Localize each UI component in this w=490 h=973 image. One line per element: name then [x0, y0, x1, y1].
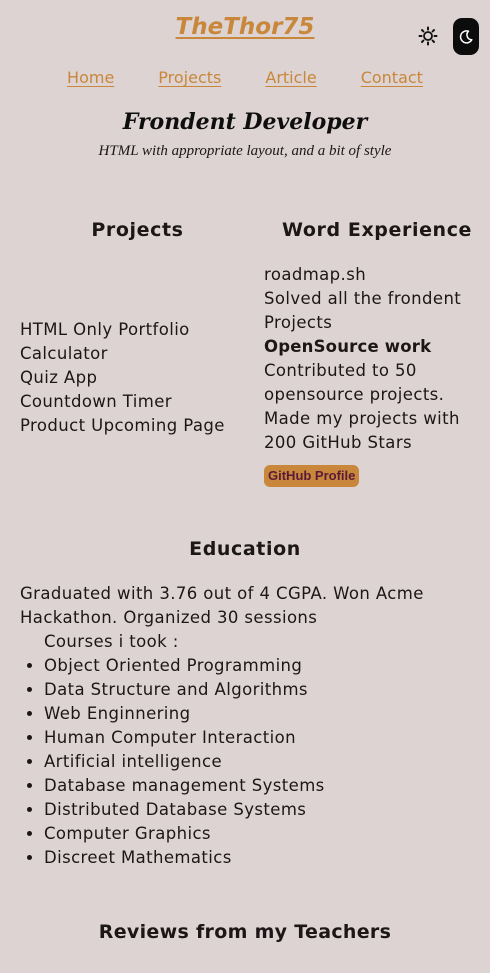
nav-home[interactable]: Home: [67, 68, 114, 87]
nav-article[interactable]: Article: [265, 68, 316, 87]
course-item: Discreet Mathematics: [44, 846, 470, 870]
dark-mode-toggle[interactable]: [453, 18, 479, 55]
nav-contact[interactable]: Contact: [361, 68, 423, 87]
course-item: Computer Graphics: [44, 822, 470, 846]
project-item: Product Upcoming Page: [20, 416, 225, 435]
project-item: Calculator: [20, 344, 108, 363]
reviews-heading: Reviews from my Teachers: [98, 921, 392, 943]
experience-opensource-text: Contributed to 50 opensource projects. M…: [264, 361, 460, 452]
site-logo[interactable]: TheThor75: [0, 14, 490, 40]
course-item: Human Computer Interaction: [44, 726, 470, 750]
moon-icon: [459, 29, 473, 44]
main-nav: Home Projects Article Contact: [0, 68, 490, 87]
experience-heading: Word Experience: [281, 219, 473, 241]
experience-roadmap: roadmap.sh: [264, 265, 367, 284]
project-item: Quiz App: [20, 368, 98, 387]
two-column-section: Projects HTML Only Portfolio Calculator …: [0, 218, 490, 487]
course-item: Object Oriented Programming: [44, 654, 470, 678]
courses-title: Courses i took :: [44, 632, 179, 651]
projects-heading: Projects: [91, 219, 184, 241]
experience-opensource-title: OpenSource work: [264, 337, 432, 356]
project-item: HTML Only Portfolio: [20, 320, 190, 339]
intro-section: Frondent Developer HTML with appropriate…: [0, 109, 490, 160]
education-section: Education Graduated with 3.76 out of 4 C…: [0, 537, 490, 870]
project-item: Countdown Timer: [20, 392, 172, 411]
education-heading: Education: [189, 538, 301, 560]
courses-list: Object Oriented Programming Data Structu…: [20, 654, 470, 870]
projects-list: HTML Only Portfolio Calculator Quiz App …: [20, 318, 255, 438]
github-profile-button[interactable]: GitHub Profile: [264, 465, 360, 487]
nav-projects[interactable]: Projects: [158, 68, 221, 87]
intro-title: Frondent Developer: [122, 109, 368, 135]
course-item: Distributed Database Systems: [44, 798, 470, 822]
sun-icon[interactable]: [418, 26, 438, 46]
course-item: Web Enginnering: [44, 702, 470, 726]
intro-subtitle: HTML with appropriate layout, and a bit …: [98, 143, 392, 159]
course-item: Database management Systems: [44, 774, 470, 798]
experience-section: Word Experience roadmap.sh Solved all th…: [255, 218, 490, 487]
site-header: TheThor75: [0, 0, 490, 60]
projects-section: Projects HTML Only Portfolio Calculator …: [0, 218, 255, 487]
education-summary: Graduated with 3.76 out of 4 CGPA. Won A…: [20, 584, 424, 627]
course-item: Artificial intelligence: [44, 750, 470, 774]
course-item: Data Structure and Algorithms: [44, 678, 470, 702]
experience-frontend: Solved all the frondent Projects: [264, 289, 462, 332]
